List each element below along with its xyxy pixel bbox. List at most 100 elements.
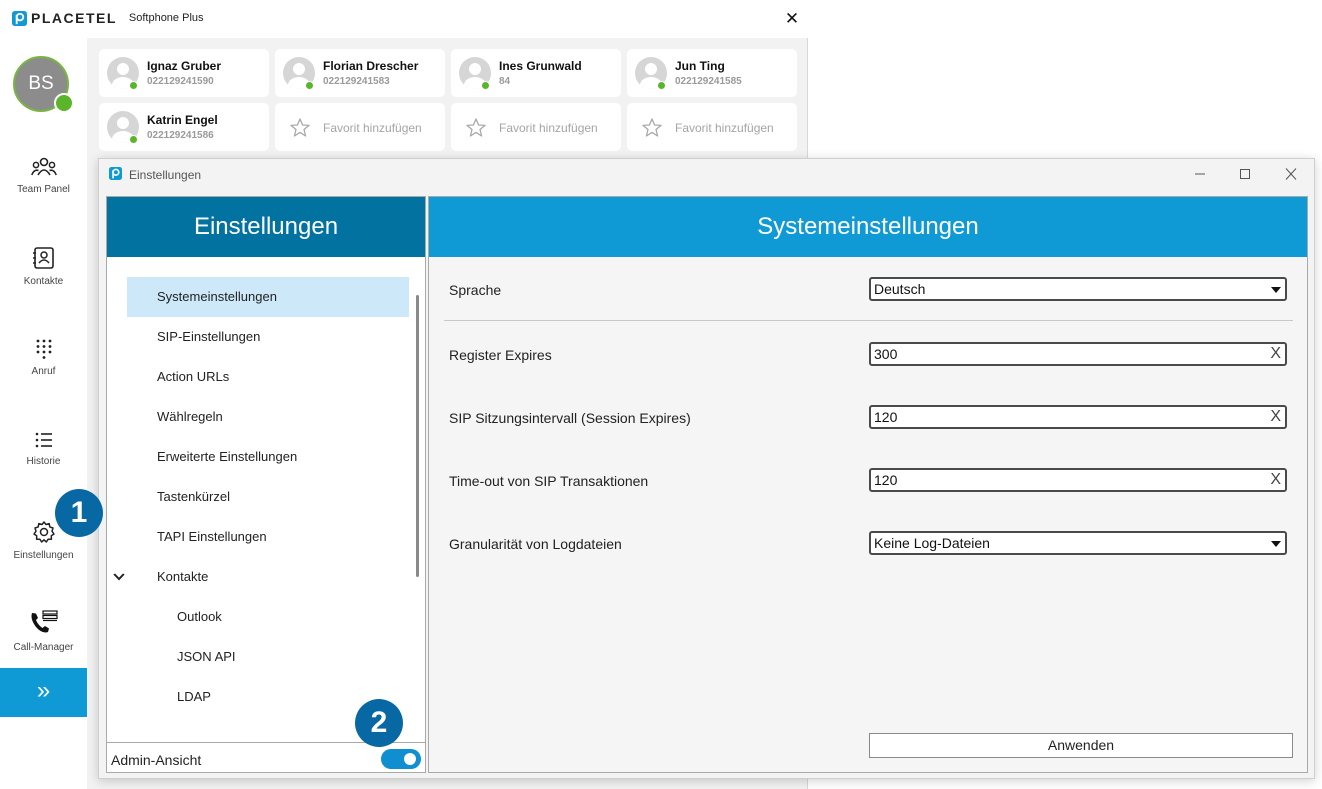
step-badge-2: 2	[355, 699, 403, 747]
tree-item-label: SIP-Einstellungen	[157, 329, 261, 344]
gear-icon	[32, 521, 55, 543]
tree-item-action-urls[interactable]: Action URLs	[127, 357, 409, 397]
star-icon	[642, 118, 662, 137]
presence-status-dot	[305, 81, 314, 90]
clear-input-icon[interactable]: X	[1270, 344, 1281, 364]
clear-input-icon[interactable]: X	[1270, 407, 1281, 427]
contact-number: 022129241590	[147, 76, 214, 87]
add-favorite-label: Favorit hinzufügen	[499, 121, 598, 135]
favorite-contact-card[interactable]: Ignaz Gruber 022129241590	[99, 49, 269, 97]
sidebar-item-label: Kontakte	[23, 276, 64, 287]
contact-name: Ignaz Gruber	[147, 59, 222, 73]
language-select[interactable]: Deutsch	[869, 277, 1287, 301]
tree-item-advanced-settings[interactable]: Erweiterte Einstellungen	[127, 437, 409, 477]
maximize-button[interactable]	[1228, 164, 1262, 184]
tree-item-tapi-settings[interactable]: TAPI Einstellungen	[127, 517, 409, 557]
tree-item-label: Wählregeln	[157, 409, 223, 424]
favorite-contact-card[interactable]: Ines Grunwald 84	[451, 49, 621, 97]
minimize-button[interactable]	[1183, 164, 1217, 184]
tree-item-contacts[interactable]: Kontakte	[113, 557, 409, 597]
add-favorite-label: Favorit hinzufügen	[675, 121, 774, 135]
dropdown-arrow-icon	[1271, 287, 1281, 293]
contact-name: Florian Drescher	[323, 59, 419, 73]
register-expires-input[interactable]: 300 X	[869, 342, 1287, 366]
dialog-title: Einstellungen	[129, 168, 202, 182]
tree-item-label: TAPI Einstellungen	[157, 529, 267, 544]
dialog-close-button[interactable]	[1274, 164, 1308, 184]
apply-button[interactable]: Anwenden	[869, 733, 1293, 758]
session-expires-input[interactable]: 120 X	[869, 405, 1287, 429]
tree-item-label: Tastenkürzel	[157, 489, 230, 504]
admin-view-label: Admin-Ansicht	[111, 752, 202, 768]
add-favorite-label: Favorit hinzufügen	[323, 121, 422, 135]
settings-nav-header: Einstellungen	[107, 197, 425, 257]
contacts-icon	[32, 247, 54, 269]
contact-number: 022129241583	[323, 76, 390, 87]
dialog-titlebar: Einstellungen	[99, 159, 1314, 189]
tree-item-label: JSON API	[177, 649, 236, 664]
language-value: Deutsch	[874, 281, 926, 297]
session-expires-label: SIP Sitzungsintervall (Session Expires)	[449, 410, 691, 426]
admin-view-toggle[interactable]	[381, 749, 421, 769]
star-icon	[466, 118, 486, 137]
maximize-icon	[1240, 169, 1250, 179]
contact-name: Ines Grunwald	[499, 59, 582, 73]
clear-input-icon[interactable]: X	[1270, 470, 1281, 490]
log-granularity-value: Keine Log-Dateien	[874, 535, 990, 551]
log-granularity-label: Granularität von Logdateien	[449, 536, 622, 552]
settings-dialog: Einstellungen Einstellungen Systemeinste…	[98, 158, 1315, 779]
contact-number: 84	[499, 76, 511, 87]
sip-timeout-label: Time-out von SIP Transaktionen	[449, 473, 649, 489]
main-titlebar: PLACETEL Softphone Plus ✕	[0, 0, 808, 38]
presence-status-dot	[54, 93, 74, 113]
tree-item-json-api[interactable]: JSON API	[127, 637, 409, 677]
sidebar-item-call[interactable]: Anruf	[0, 338, 87, 418]
tree-item-shortcuts[interactable]: Tastenkürzel	[127, 477, 409, 517]
settings-nav-panel: Einstellungen Systemeinstellungen SIP-Ei…	[106, 196, 426, 773]
sidebar-item-label: Call-Manager	[13, 642, 74, 653]
sidebar: BS Team Panel Kontakte Anruf Historie Ei…	[0, 38, 87, 789]
team-icon	[30, 157, 57, 176]
sidebar-item-label: Anruf	[31, 366, 56, 377]
tree-item-label: Systemeinstellungen	[157, 289, 277, 304]
contact-name: Jun Ting	[675, 59, 725, 73]
placetel-logo-icon	[109, 167, 122, 180]
session-expires-value: 120	[874, 409, 898, 425]
tree-item-outlook[interactable]: Outlook	[127, 597, 409, 637]
dialpad-icon	[36, 339, 51, 359]
chevron-down-icon[interactable]	[113, 557, 125, 597]
panel-title: Systemeinstellungen	[429, 197, 1307, 257]
presence-status-dot	[657, 81, 666, 90]
tree-item-label: LDAP	[177, 689, 211, 704]
sip-timeout-input[interactable]: 120 X	[869, 468, 1287, 492]
presence-status-dot	[129, 81, 138, 90]
main-close-button[interactable]: ✕	[782, 9, 802, 29]
sidebar-item-label: Einstellungen	[13, 550, 74, 561]
favorite-contact-card[interactable]: Jun Ting 022129241585	[627, 49, 797, 97]
sip-timeout-value: 120	[874, 472, 898, 488]
register-expires-value: 300	[874, 346, 898, 362]
toggle-knob	[404, 753, 416, 765]
favorite-contact-card[interactable]: Florian Drescher 022129241583	[275, 49, 445, 97]
sidebar-item-team-panel[interactable]: Team Panel	[0, 156, 87, 236]
tree-item-dial-rules[interactable]: Wählregeln	[127, 397, 409, 437]
add-favorite-button[interactable]: Favorit hinzufügen	[275, 103, 445, 151]
sidebar-item-label: Historie	[26, 456, 61, 467]
tree-scrollbar[interactable]	[416, 295, 419, 577]
dropdown-arrow-icon	[1271, 541, 1281, 547]
register-expires-label: Register Expires	[449, 347, 552, 363]
log-granularity-select[interactable]: Keine Log-Dateien	[869, 531, 1287, 555]
favorite-contact-card[interactable]: Katrin Engel 022129241586	[99, 103, 269, 151]
call-manager-icon	[31, 610, 58, 633]
step-badge-1: 1	[55, 489, 103, 537]
expand-sidebar-button[interactable]: »	[0, 668, 87, 717]
sidebar-item-label: Team Panel	[17, 184, 70, 195]
sidebar-item-contacts[interactable]: Kontakte	[0, 246, 87, 326]
tree-item-sip-settings[interactable]: SIP-Einstellungen	[127, 317, 409, 357]
placetel-logo-icon	[12, 10, 27, 26]
tree-item-system-settings[interactable]: Systemeinstellungen	[127, 277, 409, 317]
add-favorite-button[interactable]: Favorit hinzufügen	[627, 103, 797, 151]
tree-item-label: Kontakte	[157, 569, 209, 584]
add-favorite-button[interactable]: Favorit hinzufügen	[451, 103, 621, 151]
contact-number: 022129241586	[147, 130, 214, 141]
